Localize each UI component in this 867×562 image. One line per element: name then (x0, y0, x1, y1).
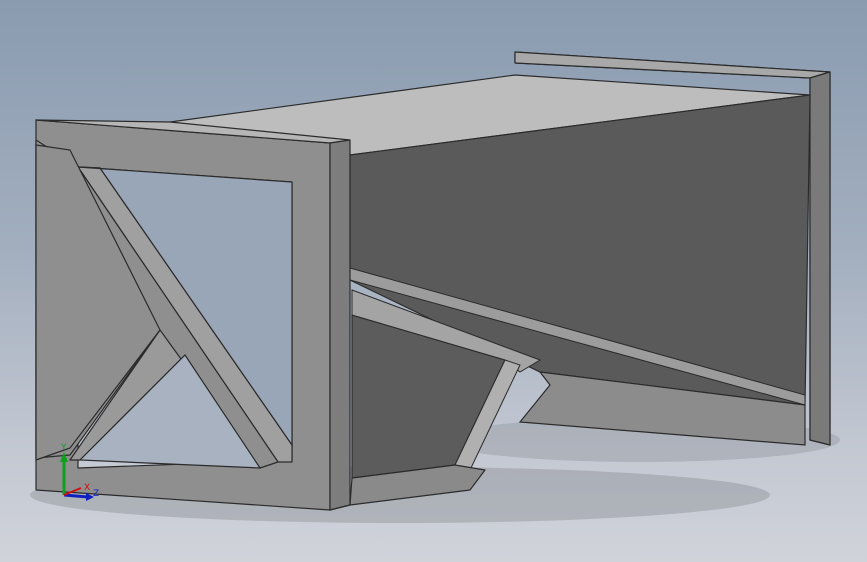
x-axis-icon (63, 487, 82, 496)
z-axis-label: Z (93, 489, 99, 499)
z-axis-icon (63, 493, 89, 499)
coordinate-triad[interactable]: Y X Z (46, 440, 106, 510)
y-axis-label: Y (60, 443, 67, 453)
part-model[interactable] (0, 0, 867, 562)
x-axis-label: X (84, 483, 90, 493)
3d-viewport[interactable]: Y X Z (0, 0, 867, 562)
y-arrow-icon (60, 452, 68, 462)
